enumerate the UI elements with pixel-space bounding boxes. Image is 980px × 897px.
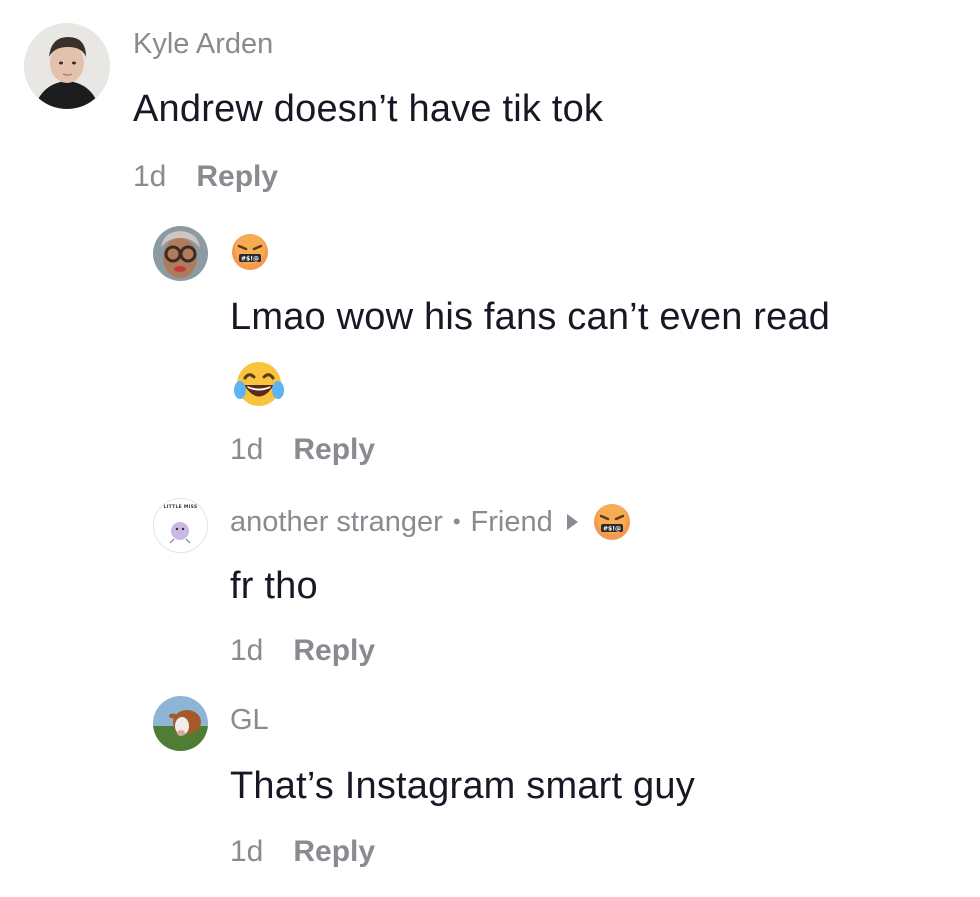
avatar-caption: LITTLE MISS (163, 505, 198, 510)
comment-time: 1d (230, 835, 264, 868)
comment-time: 1d (133, 160, 167, 193)
friend-badge: Friend (470, 505, 553, 538)
comment-username[interactable]: another stranger • Friend #$!@ (230, 502, 632, 542)
reply-button[interactable]: Reply (293, 433, 375, 467)
reply-button[interactable]: Reply (293, 835, 375, 869)
comment-text: Andrew doesn’t have tik tok (133, 88, 604, 130)
svg-text:#$!@: #$!@ (603, 526, 621, 533)
comment-meta: 1d Reply (230, 835, 375, 869)
reply-button[interactable]: Reply (293, 634, 375, 668)
profile-photo-icon (24, 23, 110, 109)
comment-username[interactable]: #$!@ (230, 232, 270, 272)
avatar[interactable]: LITTLE MISS (153, 498, 208, 553)
separator-dot: • (452, 509, 461, 534)
comment-username[interactable]: GL (230, 704, 269, 737)
comment-text: That’s Instagram smart guy (230, 765, 695, 807)
avatar[interactable] (24, 23, 110, 109)
comment-time: 1d (230, 433, 264, 466)
laughing-crying-emoji-icon (231, 360, 287, 415)
comment-text: Lmao wow his fans can’t even read (230, 296, 831, 338)
angry-censored-emoji-icon: #$!@ (232, 234, 268, 270)
play-arrow-icon (566, 514, 578, 530)
avatar[interactable] (153, 226, 208, 281)
svg-text:#$!@: #$!@ (241, 256, 259, 263)
comment-text: fr tho (230, 565, 318, 607)
avatar[interactable] (153, 696, 208, 751)
cow-photo-icon (153, 696, 208, 751)
reply-button[interactable]: Reply (196, 160, 278, 194)
comment-meta: 1d Reply (133, 160, 278, 194)
profile-photo-icon (153, 226, 208, 281)
comment-meta: 1d Reply (230, 634, 375, 668)
username-text: another stranger (230, 505, 443, 538)
angry-censored-emoji-icon: #$!@ (593, 504, 630, 540)
comment-username[interactable]: Kyle Arden (133, 28, 273, 61)
comment-meta: 1d Reply (230, 433, 375, 467)
comment-time: 1d (230, 634, 264, 667)
